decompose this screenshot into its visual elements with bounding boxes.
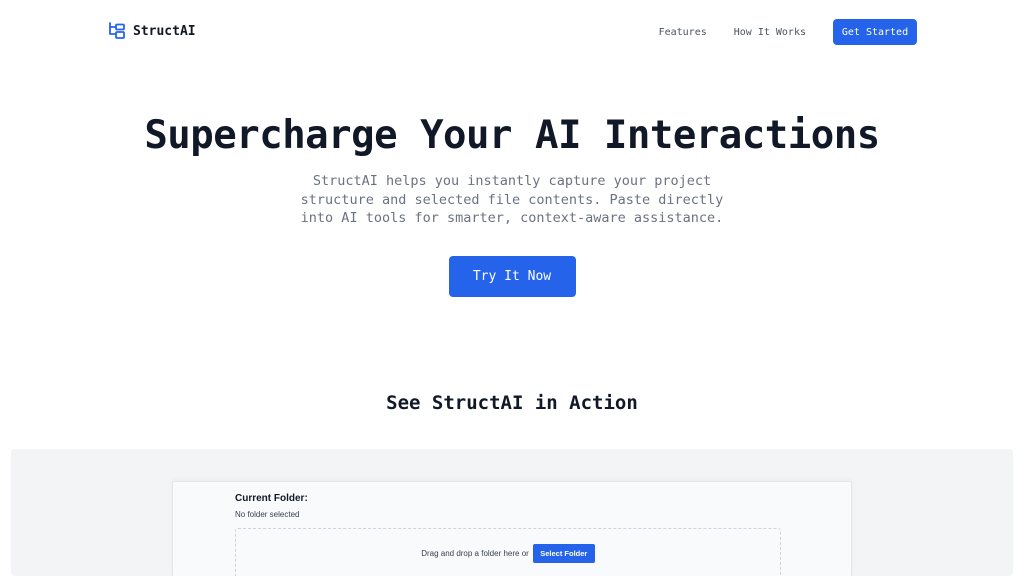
brand-logo[interactable]: StructAI — [107, 21, 196, 41]
demo-heading: See StructAI in Action — [386, 392, 638, 414]
hero-section: Supercharge Your AI Interactions StructA… — [0, 112, 1024, 297]
nav-links: Features How It Works Get Started — [659, 19, 917, 45]
select-folder-button[interactable]: Select Folder — [532, 544, 595, 563]
folder-dropzone[interactable]: Drag and drop a folder here or Select Fo… — [235, 528, 781, 576]
folder-tree-icon — [109, 22, 125, 39]
nav-link-features[interactable]: Features — [659, 27, 707, 38]
hero-title: Supercharge Your AI Interactions — [144, 113, 880, 158]
dropzone-row: Drag and drop a folder here or Select Fo… — [236, 544, 780, 563]
current-folder-value: No folder selected — [235, 510, 300, 519]
nav-link-how-it-works[interactable]: How It Works — [734, 27, 806, 38]
current-folder-label: Current Folder: — [235, 493, 308, 504]
brand-name: StructAI — [133, 23, 196, 39]
try-it-now-button[interactable]: Try It Now — [448, 255, 576, 297]
hero-subtitle: StructAI helps you instantly capture you… — [300, 173, 724, 226]
top-nav: StructAI Features How It Works Get Start… — [0, 0, 1024, 62]
dropzone-text: Drag and drop a folder here or — [421, 549, 529, 558]
get-started-button[interactable]: Get Started — [833, 19, 917, 45]
demo-app-window: Current Folder: No folder selected Drag … — [172, 481, 852, 576]
